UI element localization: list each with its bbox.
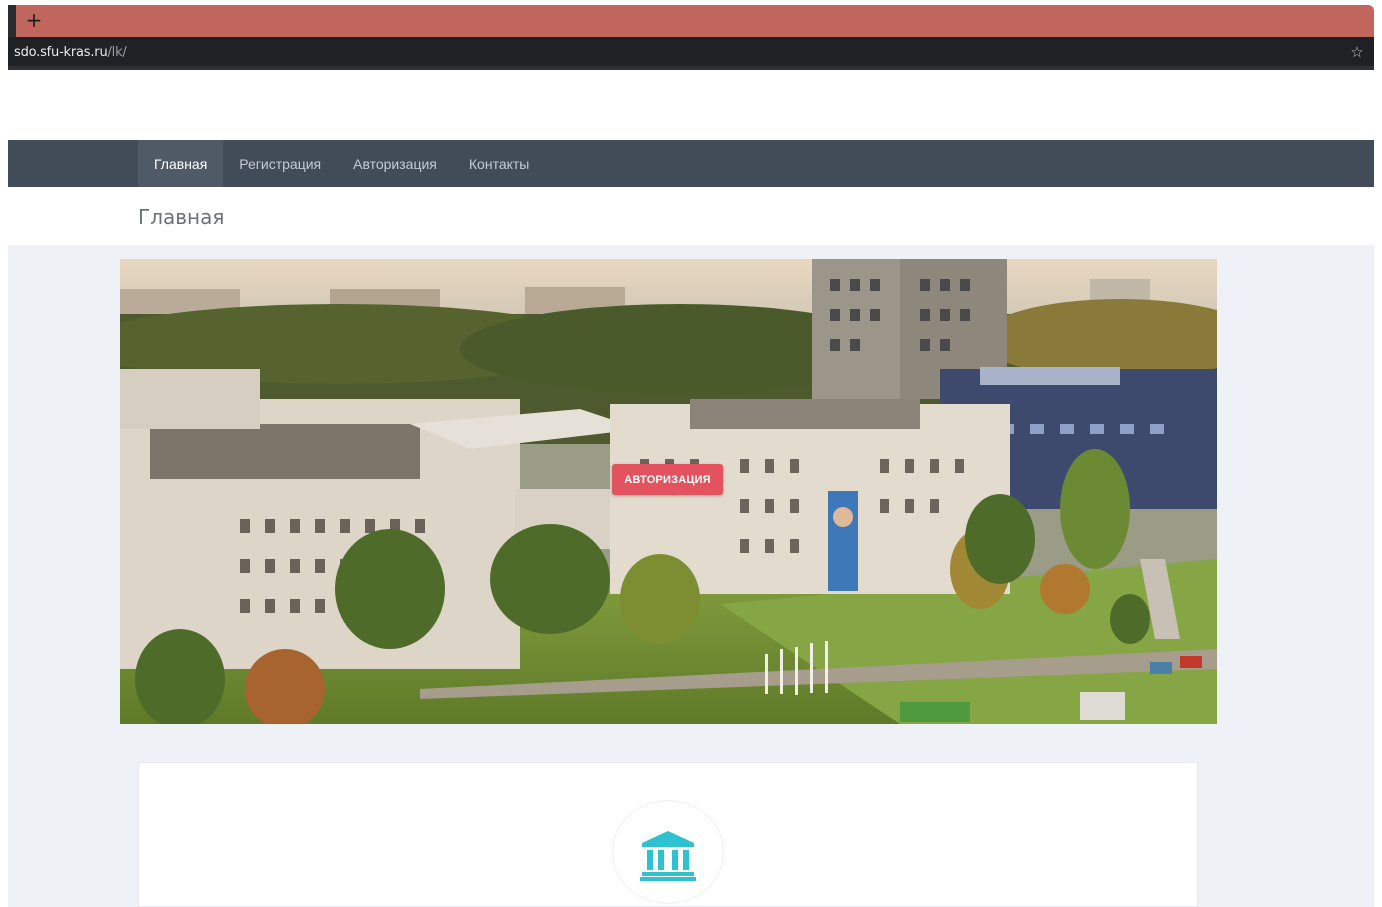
url-text[interactable]: sdo.sfu-kras.ru/lk/ <box>14 45 127 60</box>
nav-item-home[interactable]: Главная <box>138 140 224 187</box>
hero-login-button[interactable]: АВТОРИЗАЦИЯ <box>612 464 723 495</box>
url-host: sdo.sfu-kras.ru <box>14 45 108 60</box>
feature-card <box>138 762 1198 907</box>
nav-item-contacts[interactable]: Контакты <box>453 140 545 187</box>
institution-icon <box>640 831 696 881</box>
url-path: /lk/ <box>107 45 127 60</box>
bookmark-star-icon[interactable]: ☆ <box>1348 43 1366 61</box>
new-tab-button[interactable]: + <box>22 8 46 32</box>
site-navbar: Главная Регистрация Авторизация Контакты <box>8 140 1374 187</box>
browser-tabstrip <box>8 5 1374 37</box>
address-bar[interactable]: sdo.sfu-kras.ru/lk/ ☆ <box>8 37 1374 70</box>
tabstrip-edge <box>8 5 16 37</box>
nav-menu: Главная Регистрация Авторизация Контакты <box>138 140 545 187</box>
page-title: Главная <box>138 205 225 229</box>
feature-icon-circle <box>612 800 724 904</box>
nav-item-registration[interactable]: Регистрация <box>223 140 337 187</box>
nav-item-login[interactable]: Авторизация <box>337 140 453 187</box>
